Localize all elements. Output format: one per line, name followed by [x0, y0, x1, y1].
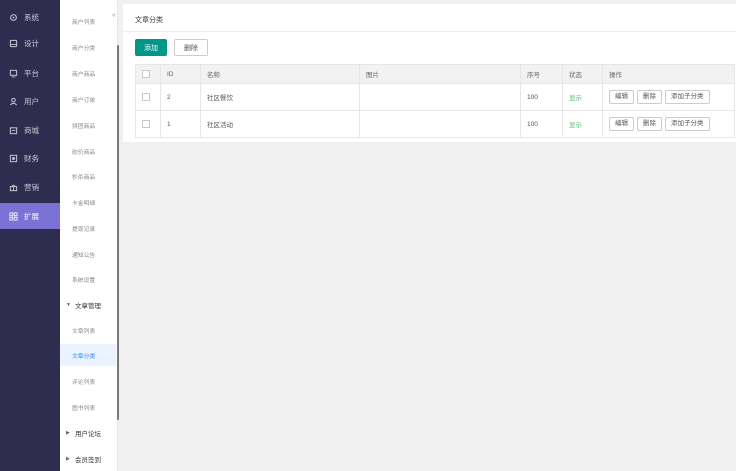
- cell-actions: 编辑 删除 添加子分类: [602, 83, 735, 111]
- user-icon: [8, 96, 18, 106]
- sidebar-item-marketing[interactable]: 营销: [0, 174, 60, 200]
- add-button[interactable]: 添加: [135, 39, 167, 56]
- sidebar-item-system[interactable]: 系统: [0, 4, 60, 30]
- submenu-item[interactable]: 商户商品: [60, 62, 116, 84]
- extend-icon: [8, 211, 18, 221]
- cell-image: [359, 83, 521, 111]
- submenu-group-article[interactable]: ▼ 文章管理: [60, 294, 116, 316]
- column-header-order: 序号: [520, 64, 563, 84]
- triangle-right-icon: ▶: [66, 456, 70, 462]
- sidebar-item-label: 商城: [24, 125, 39, 135]
- cell-id: 1: [160, 110, 201, 138]
- sidebar-item-user[interactable]: 用户: [0, 88, 60, 114]
- submenu-group-label: 会员签到: [75, 457, 101, 464]
- sidebar-item-shop[interactable]: 商城: [0, 117, 60, 143]
- main-panel: 文章分类 添加 删除 ID 名称 图片 序号 状态 操作 2 社区餐饮 100 …: [123, 4, 736, 142]
- sidebar-item-label: 平台: [24, 68, 39, 78]
- sidebar-item-label: 财务: [24, 153, 39, 163]
- submenu-item[interactable]: 提现记录: [60, 217, 116, 239]
- column-header-actions: 操作: [602, 64, 735, 84]
- cell-id: 2: [160, 83, 201, 111]
- divider: [123, 31, 736, 32]
- cell-order: 100: [520, 83, 563, 111]
- submenu-item[interactable]: 秒杀商品: [60, 165, 116, 187]
- column-header-status: 状态: [562, 64, 603, 84]
- finance-icon: [8, 153, 18, 163]
- marketing-icon: [8, 182, 18, 192]
- submenu-item[interactable]: 商户分类: [60, 36, 116, 58]
- add-subcategory-button[interactable]: 添加子分类: [665, 117, 710, 131]
- table-header-row: ID 名称 图片 序号 状态 操作: [135, 64, 735, 84]
- row-select-cell: [135, 83, 161, 111]
- collapse-sidebar-icon[interactable]: «: [110, 12, 118, 22]
- status-badge: 显示: [562, 83, 603, 111]
- cell-name: 社区餐饮: [200, 83, 360, 111]
- select-all-cell: [135, 64, 161, 84]
- submenu-item[interactable]: 砍价商品: [60, 140, 116, 162]
- platform-icon: [8, 68, 18, 78]
- sidebar-item-label: 设计: [24, 38, 39, 48]
- submenu-item[interactable]: 商户订单: [60, 88, 116, 110]
- edit-button[interactable]: 编辑: [609, 117, 634, 131]
- sidebar-item-label: 系统: [24, 12, 39, 22]
- submenu-item-active[interactable]: 文章分类: [60, 344, 116, 366]
- gear-icon: [8, 12, 18, 22]
- submenu-item[interactable]: 文章列表: [60, 319, 116, 341]
- page-title: 文章分类: [135, 17, 163, 24]
- cell-name: 社区活动: [200, 110, 360, 138]
- status-badge: 显示: [562, 110, 603, 138]
- row-checkbox[interactable]: [142, 93, 150, 101]
- edit-button[interactable]: 编辑: [609, 90, 634, 104]
- delete-row-button[interactable]: 删除: [637, 117, 662, 131]
- cell-order: 100: [520, 110, 563, 138]
- submenu-group-label: 文章管理: [75, 303, 101, 310]
- submenu-group-label: 用户论坛: [75, 431, 101, 438]
- secondary-sidebar: 商户列表 商户分类 商户商品 商户订单 拼团商品 砍价商品 秒杀商品 卡金明细 …: [60, 0, 118, 471]
- delete-row-button[interactable]: 删除: [637, 90, 662, 104]
- column-header-name: 名称: [200, 64, 360, 84]
- submenu-group-forum[interactable]: ▶ 用户论坛: [60, 422, 116, 444]
- column-header-id: ID: [160, 64, 201, 84]
- triangle-down-icon: ▼: [66, 302, 71, 308]
- sidebar-item-label: 用户: [24, 96, 39, 106]
- sidebar-item-extend[interactable]: 扩展: [0, 203, 60, 229]
- design-icon: [8, 38, 18, 48]
- submenu-item[interactable]: 卡金明细: [60, 191, 116, 213]
- table-row: 2 社区餐饮 100 显示 编辑 删除 添加子分类: [135, 83, 735, 111]
- submenu-group-checkin[interactable]: ▶ 会员签到: [60, 448, 116, 470]
- submenu-item[interactable]: 系统设置: [60, 268, 116, 290]
- submenu-item[interactable]: 拼团商品: [60, 114, 116, 136]
- table-row: 1 社区活动 100 显示 编辑 删除 添加子分类: [135, 110, 735, 138]
- primary-sidebar: 系统 设计 平台 用户 商城 财务 营销 扩展: [0, 0, 60, 471]
- row-select-cell: [135, 110, 161, 138]
- row-checkbox[interactable]: [142, 120, 150, 128]
- category-table: ID 名称 图片 序号 状态 操作 2 社区餐饮 100 显示 编辑 删除 添加子分…: [135, 64, 735, 138]
- cell-image: [359, 110, 521, 138]
- sidebar-item-label: 扩展: [24, 211, 39, 221]
- shop-icon: [8, 125, 18, 135]
- sidebar-item-label: 营销: [24, 182, 39, 192]
- submenu-item[interactable]: 通知公告: [60, 243, 116, 265]
- delete-button[interactable]: 删除: [174, 39, 208, 56]
- cell-actions: 编辑 删除 添加子分类: [602, 110, 735, 138]
- triangle-right-icon: ▶: [66, 430, 70, 436]
- select-all-checkbox[interactable]: [142, 70, 150, 78]
- submenu-item[interactable]: 商户列表: [60, 10, 116, 32]
- sidebar-item-platform[interactable]: 平台: [0, 60, 60, 86]
- sidebar-item-finance[interactable]: 财务: [0, 145, 60, 171]
- column-header-image: 图片: [359, 64, 521, 84]
- sidebar-scrollbar[interactable]: [117, 45, 119, 420]
- submenu-item[interactable]: 评论列表: [60, 370, 116, 392]
- submenu-item[interactable]: 图书列表: [60, 396, 116, 418]
- add-subcategory-button[interactable]: 添加子分类: [665, 90, 710, 104]
- sidebar-item-design[interactable]: 设计: [0, 30, 60, 56]
